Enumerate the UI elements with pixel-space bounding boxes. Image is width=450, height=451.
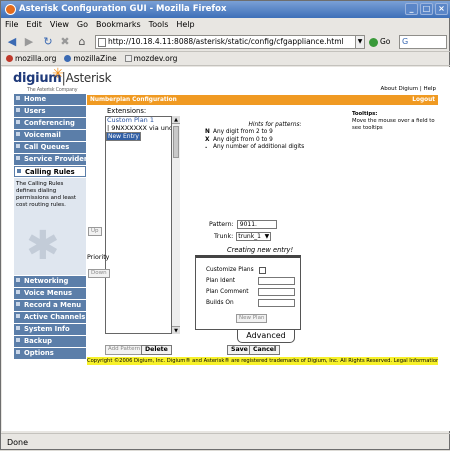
status-bar: Done xyxy=(1,433,450,450)
page-icon xyxy=(98,38,106,47)
down-button[interactable]: Down xyxy=(88,269,110,278)
browser-window: Asterisk Configuration GUI - Mozilla Fir… xyxy=(0,0,450,450)
page-title: Numberplan Configuration xyxy=(90,97,177,103)
menu-help[interactable]: Help xyxy=(176,18,194,32)
chevron-down-icon: ▼ xyxy=(264,233,270,240)
bookmark-mozillazine[interactable]: mozillaZine xyxy=(64,52,117,65)
sidebar-item-voicemail[interactable]: Voicemail xyxy=(14,130,86,141)
plan-ident-field[interactable] xyxy=(258,277,295,285)
reload-icon[interactable]: ↻ xyxy=(41,35,55,49)
mozilla-icon xyxy=(6,55,13,62)
sidebar: Home Users Conferencing Voicemail Call Q… xyxy=(14,94,86,359)
mozillazine-icon xyxy=(64,55,72,62)
menu-edit[interactable]: Edit xyxy=(26,18,42,32)
pattern-row: Pattern: 9011. xyxy=(209,220,277,229)
sidebar-item-system-info[interactable]: System Info xyxy=(14,324,86,335)
url-dropdown-icon[interactable]: ▼ xyxy=(355,35,365,49)
top-links[interactable]: About Digium | Help xyxy=(380,86,436,92)
close-button[interactable]: × xyxy=(435,3,448,15)
sidebar-item-backup[interactable]: Backup xyxy=(14,336,86,347)
menu-view[interactable]: View xyxy=(50,18,69,32)
status-message: Creating new entry! xyxy=(227,246,294,254)
list-scrollbar[interactable]: ▲ ▼ xyxy=(171,116,180,334)
builds-on-label: Builds On xyxy=(206,300,234,306)
scroll-down-icon[interactable]: ▼ xyxy=(172,326,180,334)
search-box[interactable]: G xyxy=(399,35,447,49)
logout-link[interactable]: Logout xyxy=(412,95,435,105)
pattern-hints: Hints for patterns: N Any digit from 2 to… xyxy=(205,122,305,150)
digium-logo: digium|Asterisk ✳ The Asterisk Company xyxy=(13,67,112,93)
sidebar-item-record-a-menu[interactable]: Record a Menu xyxy=(14,300,86,311)
forward-icon[interactable]: ▶ xyxy=(22,35,36,49)
minimize-button[interactable]: _ xyxy=(405,3,418,15)
extensions-label: Extensions: xyxy=(107,107,147,115)
pattern-label: Pattern: xyxy=(209,221,234,228)
firefox-icon xyxy=(5,4,16,15)
url-bar[interactable]: http://10.18.4.11:8088/asterisk/static/c… xyxy=(95,35,357,49)
numberplan-panel: Extensions: Custom Plan 1 | 9NXXXXXX via… xyxy=(87,105,352,357)
menu-bar: File Edit View Go Bookmarks Tools Help xyxy=(1,18,450,32)
asterisk-watermark-icon: ✱ xyxy=(26,223,60,269)
google-icon: G xyxy=(402,37,409,46)
priority-label: Priority xyxy=(87,254,110,261)
plan-comment-label: Plan Comment xyxy=(206,289,249,295)
add-pattern-button[interactable]: Add Pattern xyxy=(105,345,144,355)
page-header: Numberplan Configuration Logout xyxy=(87,95,438,105)
menu-go[interactable]: Go xyxy=(77,18,88,32)
stop-icon[interactable]: ✖ xyxy=(58,35,72,49)
cancel-button[interactable]: Cancel xyxy=(249,345,281,355)
sidebar-item-active-channels[interactable]: Active Channels xyxy=(14,312,86,323)
builds-on-field[interactable] xyxy=(258,299,295,307)
tooltips-panel: Tooltips: Move the mouse over a field to… xyxy=(352,111,435,131)
scroll-up-icon[interactable]: ▲ xyxy=(172,116,180,124)
customize-plans-checkbox[interactable] xyxy=(259,267,266,274)
sidebar-item-calling-rules[interactable]: Calling Rules xyxy=(14,166,86,177)
bookmark-mozilla-org[interactable]: mozilla.org xyxy=(6,52,56,65)
extensions-list[interactable]: Custom Plan 1 | 9NXXXXXX via undefi New … xyxy=(105,116,180,334)
go-icon xyxy=(369,37,378,47)
advanced-panel: Customize Plans Plan Ident Plan Comment … xyxy=(195,255,301,330)
trunk-row: Trunk: trunk_1 ▼ xyxy=(214,232,272,241)
title-bar: Asterisk Configuration GUI - Mozilla Fir… xyxy=(1,1,450,18)
sidebar-item-call-queues[interactable]: Call Queues xyxy=(14,142,86,153)
sidebar-item-voice-menus[interactable]: Voice Menus xyxy=(14,288,86,299)
navigation-toolbar: ◀ ▶ ↻ ✖ ⌂ http://10.18.4.11:8088/asteris… xyxy=(1,32,450,52)
sidebar-item-users[interactable]: Users xyxy=(14,106,86,117)
sidebar-item-home[interactable]: Home xyxy=(14,94,86,105)
list-item-selected[interactable]: New Entry xyxy=(106,132,141,141)
home-icon[interactable]: ⌂ xyxy=(75,35,89,49)
customize-plans-label: Customize Plans xyxy=(206,267,254,273)
plan-comment-field[interactable] xyxy=(258,288,295,296)
status-text: Done xyxy=(7,438,29,447)
trunk-select[interactable]: trunk_1 ▼ xyxy=(236,232,272,241)
new-plan-button[interactable]: New Plan xyxy=(236,314,268,323)
window-title: Asterisk Configuration GUI - Mozilla Fir… xyxy=(19,4,227,14)
sidebar-item-options[interactable]: Options xyxy=(14,348,86,359)
bookmark-mozdev[interactable]: mozdev.org xyxy=(124,52,177,65)
plan-ident-label: Plan Ident xyxy=(206,278,236,284)
go-button[interactable]: Go xyxy=(369,35,390,49)
menu-tools[interactable]: Tools xyxy=(149,18,169,32)
bookmarks-bar: mozilla.org mozillaZine mozdev.org xyxy=(1,52,450,66)
sidebar-item-conferencing[interactable]: Conferencing xyxy=(14,118,86,129)
page-icon xyxy=(124,55,132,62)
menu-bookmarks[interactable]: Bookmarks xyxy=(96,18,141,32)
maximize-button[interactable]: □ xyxy=(420,3,433,15)
trunk-label: Trunk: xyxy=(214,233,234,240)
menu-file[interactable]: File xyxy=(5,18,18,32)
delete-button[interactable]: Delete xyxy=(141,345,172,355)
scroll-thumb[interactable] xyxy=(173,126,179,158)
sidebar-item-networking[interactable]: Networking xyxy=(14,276,86,287)
page-content: digium|Asterisk ✳ The Asterisk Company A… xyxy=(2,67,450,431)
asterisk-logo-icon: ✳ xyxy=(52,67,64,82)
list-item[interactable]: | 9NXXXXXX via undefi xyxy=(106,124,179,133)
url-text: http://10.18.4.11:8088/asterisk/static/c… xyxy=(108,37,344,46)
up-button[interactable]: Up xyxy=(88,227,102,236)
sidebar-item-service-providers[interactable]: Service Providers xyxy=(14,154,86,165)
sidebar-description: The Calling Rules defines dialing permis… xyxy=(14,178,86,275)
copyright-footer: Copyright ©2006 Digium, Inc. Digium® and… xyxy=(87,357,438,365)
back-icon[interactable]: ◀ xyxy=(5,35,19,49)
pattern-input[interactable]: 9011. xyxy=(236,220,277,229)
advanced-tab[interactable]: Advanced xyxy=(237,330,295,343)
